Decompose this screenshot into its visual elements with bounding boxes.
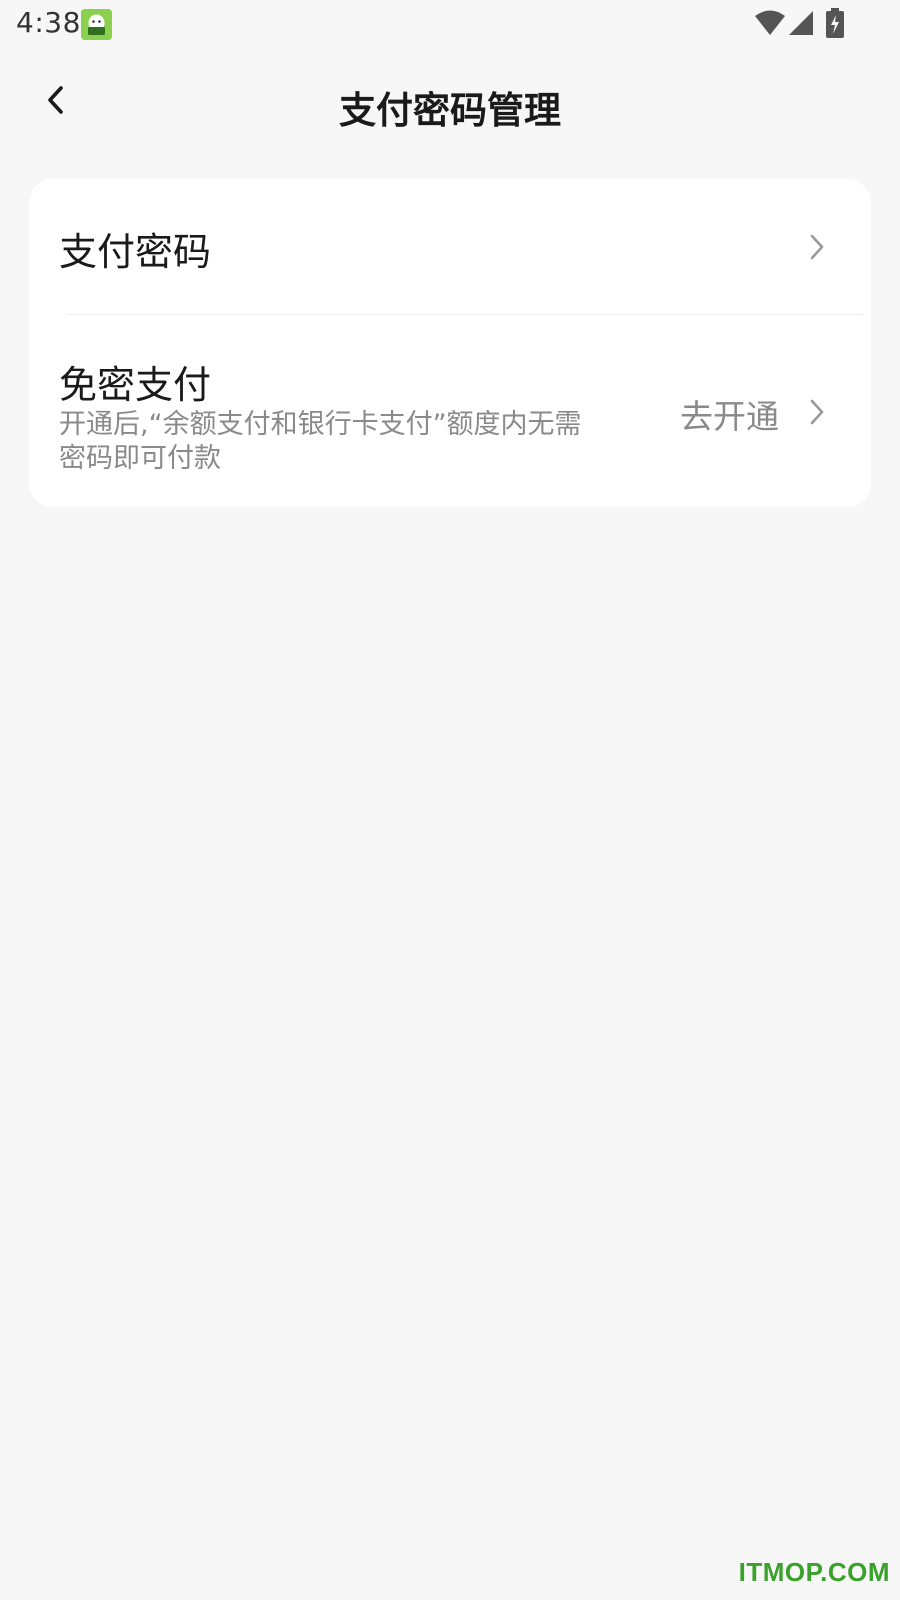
signal-icon — [788, 10, 814, 40]
watermark: ITMOP.COM — [738, 1557, 890, 1587]
settings-card: 支付密码 免密支付 开通后,“余额支付和银行卡支付”额度内无需密码即可付款 去开… — [29, 179, 871, 507]
payment-password-row[interactable]: 支付密码 — [29, 179, 871, 315]
status-bar: 4:38 — [0, 0, 900, 50]
chevron-right-icon — [807, 232, 827, 262]
chevron-right-icon — [807, 397, 827, 427]
payment-password-label: 支付密码 — [59, 230, 212, 274]
password-free-payment-description: 开通后,“余额支付和银行卡支付”额度内无需密码即可付款 — [59, 409, 582, 474]
page-title: 支付密码管理 — [339, 89, 561, 132]
status-time: 4:38 — [16, 6, 81, 39]
password-free-payment-label: 免密支付 — [59, 363, 212, 407]
password-free-payment-row[interactable]: 免密支付 开通后,“余额支付和银行卡支付”额度内无需密码即可付款 去开通 — [29, 316, 871, 507]
app-notification-icon — [81, 9, 112, 40]
wifi-icon — [754, 10, 786, 40]
divider — [67, 314, 863, 315]
header: 支付密码管理 — [0, 60, 900, 150]
enable-action-text[interactable]: 去开通 — [680, 390, 779, 438]
payment-password-management-screen: 4:38 支付密码管理 支付密码 免密支付 开通后,“余额支付和银行卡支付”额度… — [0, 0, 900, 1600]
battery-charging-icon — [826, 8, 844, 42]
